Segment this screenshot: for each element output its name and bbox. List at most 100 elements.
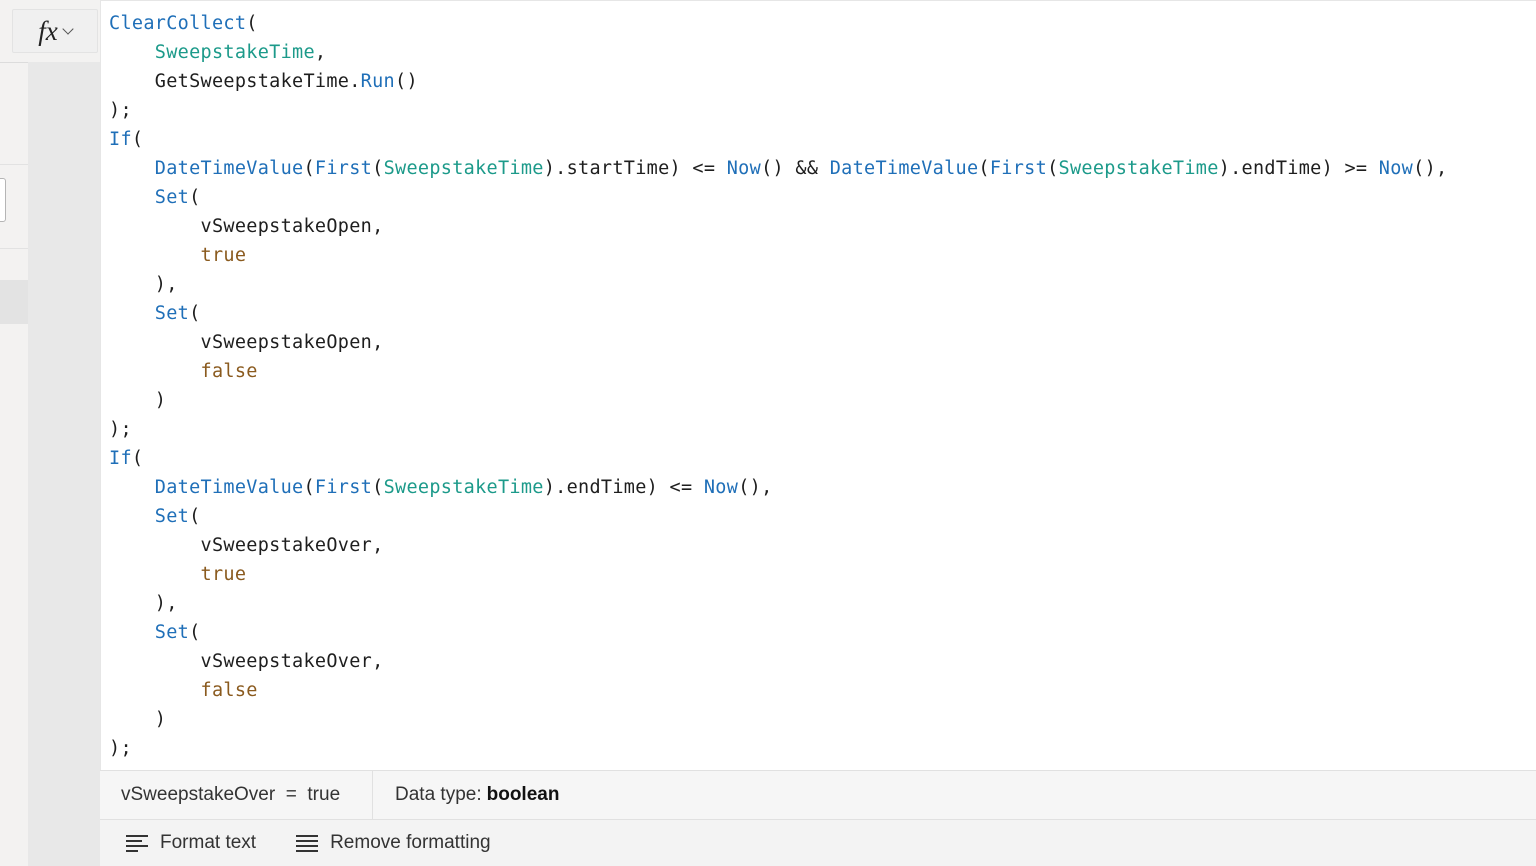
code-token: ( (246, 13, 258, 34)
code-line[interactable]: vSweepstakeOpen, (109, 328, 1447, 357)
code-token: ( (978, 158, 990, 179)
code-line[interactable]: ); (109, 734, 1447, 763)
code-token: ); (109, 419, 132, 440)
fx-icon: fx (38, 15, 58, 46)
code-line[interactable]: false (109, 357, 1447, 386)
code-token: ( (189, 506, 201, 527)
result-expression: vSweepstakeOver = true (100, 771, 373, 819)
code-line[interactable]: DateTimeValue(First(SweepstakeTime).endT… (109, 473, 1447, 502)
code-token: false (200, 361, 258, 382)
code-token: First (989, 158, 1048, 179)
code-line[interactable]: false (109, 676, 1447, 705)
code-token: ).endTime) >= (1218, 158, 1379, 179)
code-line[interactable]: ) (109, 705, 1447, 734)
selected-panel-row[interactable] (0, 280, 28, 324)
fx-button[interactable]: fx (12, 9, 98, 53)
code-line[interactable]: GetSweepstakeTime.Run() (109, 67, 1447, 96)
code-token: SweepstakeTime (154, 42, 315, 63)
code-token: vSweepstakeOpen (200, 216, 373, 237)
code-token: First (314, 477, 373, 498)
code-line[interactable]: vSweepstakeOver, (109, 647, 1447, 676)
code-token: ( (303, 477, 315, 498)
code-token: vSweepstakeOver (200, 535, 373, 556)
format-text-button[interactable]: Format text (126, 832, 256, 854)
remove-formatting-button[interactable]: Remove formatting (296, 832, 491, 854)
data-type-label: Data type: (395, 784, 482, 805)
code-token: Now (726, 158, 762, 179)
code-token: ( (303, 158, 315, 179)
format-text-icon (126, 834, 148, 852)
code-token: vSweepstakeOver (200, 651, 373, 672)
code-line[interactable]: If( (109, 125, 1447, 154)
code-token: Run (360, 71, 395, 92)
code-line[interactable]: vSweepstakeOver, (109, 531, 1447, 560)
code-line[interactable]: ClearCollect( (109, 9, 1447, 38)
code-token: ( (189, 187, 201, 208)
code-token: Set (154, 622, 190, 643)
code-token: ) (109, 709, 167, 730)
code-token: Set (154, 506, 190, 527)
code-line[interactable]: If( (109, 444, 1447, 473)
code-token: , (372, 216, 384, 237)
code-line[interactable]: Set( (109, 299, 1447, 328)
code-token: ( (131, 129, 144, 150)
code-token: , (372, 332, 384, 353)
formula-code[interactable]: ClearCollect( SweepstakeTime, GetSweepst… (109, 9, 1447, 763)
code-line[interactable]: true (109, 241, 1447, 270)
code-line[interactable]: ); (109, 96, 1447, 125)
code-token: true (200, 245, 247, 266)
code-token: ) (109, 390, 167, 411)
code-token: ( (372, 477, 384, 498)
code-line[interactable]: ), (109, 589, 1447, 618)
code-token: ), (109, 593, 178, 614)
code-token: vSweepstakeOpen (200, 332, 373, 353)
code-line[interactable]: vSweepstakeOpen, (109, 212, 1447, 241)
code-line[interactable]: Set( (109, 618, 1447, 647)
code-token: ); (109, 738, 132, 759)
code-line[interactable]: Set( (109, 502, 1447, 531)
code-line[interactable]: SweepstakeTime, (109, 38, 1447, 67)
code-token: (), (738, 477, 773, 498)
format-text-label: Format text (160, 832, 257, 853)
code-token: ( (189, 622, 201, 643)
gutter-shade (28, 62, 100, 866)
code-token: DateTimeValue (154, 158, 304, 179)
code-token: SweepstakeTime (383, 158, 544, 179)
code-line[interactable]: ), (109, 270, 1447, 299)
chevron-down-icon (62, 22, 74, 35)
code-token: Set (154, 187, 190, 208)
code-line[interactable]: ) (109, 386, 1447, 415)
property-dropdown-edge[interactable] (0, 178, 6, 222)
code-token: , (372, 535, 384, 556)
code-token: ( (372, 158, 384, 179)
code-token: ).endTime) <= (543, 477, 704, 498)
code-token: . (349, 71, 361, 92)
code-line[interactable]: DateTimeValue(First(SweepstakeTime).star… (109, 154, 1447, 183)
code-line[interactable]: ); (109, 415, 1447, 444)
left-panel-strip: fx (0, 0, 100, 866)
code-token: ); (109, 100, 132, 121)
code-token: () && (761, 158, 830, 179)
formula-editor[interactable]: ClearCollect( SweepstakeTime, GetSweepst… (100, 0, 1536, 770)
code-token: false (200, 680, 258, 701)
code-token: (), (1413, 158, 1448, 179)
code-token: Now (703, 477, 739, 498)
code-token: If (109, 129, 132, 150)
formula-result-bar: vSweepstakeOver = true Data type: boolea… (100, 770, 1536, 820)
code-token: If (109, 448, 132, 469)
code-line[interactable]: true (109, 560, 1447, 589)
code-line[interactable]: Set( (109, 183, 1447, 212)
